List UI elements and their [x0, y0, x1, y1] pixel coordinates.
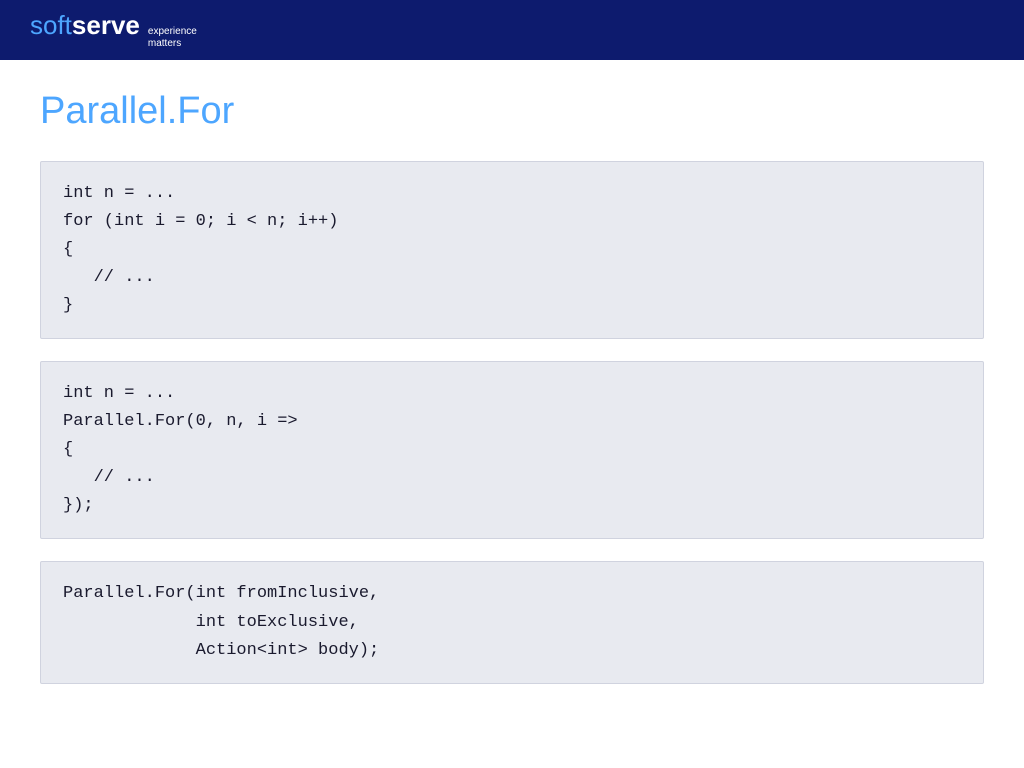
code-block-3: Parallel.For(int fromInclusive, int toEx… — [40, 561, 984, 683]
page-title: Parallel.For — [40, 90, 984, 133]
logo: softserve experience matters — [30, 10, 197, 50]
code-text-2: int n = ... Parallel.For(0, n, i => { //… — [63, 380, 961, 520]
logo-soft: soft — [30, 10, 72, 41]
main-content: Parallel.For int n = ... for (int i = 0;… — [0, 60, 1024, 736]
logo-tagline: experience matters — [148, 26, 197, 50]
code-block-1: int n = ... for (int i = 0; i < n; i++) … — [40, 161, 984, 339]
code-block-2: int n = ... Parallel.For(0, n, i => { //… — [40, 361, 984, 539]
code-text-3: Parallel.For(int fromInclusive, int toEx… — [63, 580, 961, 664]
logo-serve: serve — [72, 10, 140, 41]
header: softserve experience matters — [0, 0, 1024, 60]
code-text-1: int n = ... for (int i = 0; i < n; i++) … — [63, 180, 961, 320]
